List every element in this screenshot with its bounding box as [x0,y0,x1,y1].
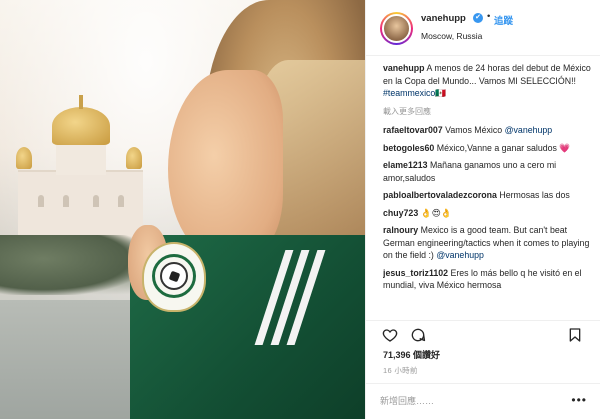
caption-username[interactable]: vanehupp [383,63,425,73]
comment-username[interactable]: pabloalbertovaladezcorona [383,190,497,200]
comment-username[interactable]: betogoles60 [383,143,434,153]
load-more-comments[interactable]: 載入更多回應 [383,106,591,119]
post-header: vanehupp ✔ • 追蹤 Moscow, Russia [366,0,600,56]
team-crest [142,242,206,312]
add-comment-area: ••• [366,383,600,419]
username-link[interactable]: vanehupp [421,13,466,24]
comment-text: Hermosas las dos [496,190,570,200]
like-count[interactable]: 71,396 個讚好 [383,348,440,361]
action-bar [366,320,600,344]
comment-item: rafaeltovar007 Vamos México @vanehupp [383,124,591,137]
post-sidebar: vanehupp ✔ • 追蹤 Moscow, Russia vanehupp … [365,0,600,419]
river-background [0,300,150,419]
comment-username[interactable]: chuy723 [383,208,418,218]
comment-text: México,Vanne a ganar saludos 💗 [434,142,571,153]
location-link[interactable]: Moscow, Russia [421,31,482,41]
more-options-icon[interactable]: ••• [571,393,587,407]
post-photo[interactable] [0,0,365,419]
comment-mention[interactable]: @vanehupp [505,125,553,135]
comment-item: ralnoury Mexico is a good team. But can'… [383,224,591,262]
comment-item: pabloalbertovaladezcorona Hermosas las d… [383,189,591,202]
avatar-image [382,14,411,43]
separator-dot: • [487,11,491,22]
comment-bubble-icon[interactable] [410,327,426,343]
trees-background [0,235,145,295]
hashtag-link[interactable]: #teammexico [383,88,435,98]
comment-item: elame1213 Mañana ganamos uno a cero mi a… [383,159,591,184]
add-comment-input[interactable] [380,392,565,410]
comment-username[interactable]: rafaeltovar007 [383,125,443,135]
flag-emoji: 🇲🇽 [435,88,447,98]
comments-list: vanehupp A menos de 24 horas del debut d… [383,62,591,320]
comment-username[interactable]: jesus_toriz1102 [383,268,448,278]
jersey-stripes [254,250,326,345]
comment-username[interactable]: ralnoury [383,225,418,235]
caption: vanehupp A menos de 24 horas del debut d… [383,62,591,100]
face [168,70,283,260]
bookmark-icon[interactable] [567,327,583,343]
heart-icon[interactable] [382,327,398,343]
post-timestamp[interactable]: 16 小時前 [383,365,418,376]
comment-item: betogoles60 México,Vanne a ganar saludos… [383,142,591,155]
comment-text: Vamos México [442,125,505,135]
comment-mention[interactable]: @vanehupp [436,250,484,260]
comment-item: jesus_toriz1102 Eres lo más bello q he v… [383,267,591,292]
comment-item: chuy723 👌😍👌 [383,207,591,220]
avatar[interactable] [380,12,413,45]
comment-text: 👌😍👌 [418,207,452,218]
verified-badge-icon: ✔ [473,13,483,23]
comment-username[interactable]: elame1213 [383,160,428,170]
follow-button[interactable]: 追蹤 [494,13,513,27]
